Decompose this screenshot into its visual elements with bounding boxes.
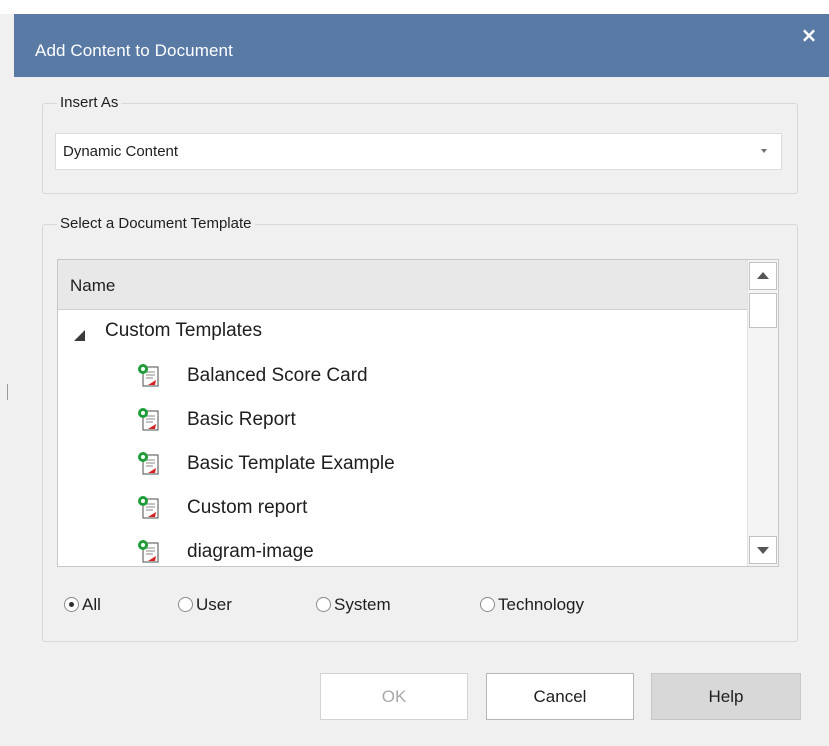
expanded-triangle-icon[interactable]: [74, 330, 85, 341]
radio-label: User: [196, 595, 232, 614]
radio-label: System: [334, 595, 391, 614]
radio-circle[interactable]: [480, 597, 495, 612]
radio-label: Technology: [498, 595, 585, 614]
cancel-button[interactable]: Cancel: [486, 673, 634, 720]
template-item-label: diagram-image: [187, 541, 314, 562]
edge-divider: [7, 384, 8, 400]
add-content-dialog: Add Content to Document × Insert As Dyna…: [0, 0, 829, 746]
column-header-name: Name: [70, 276, 116, 295]
document-template-icon: [138, 364, 159, 387]
background-strip: [0, 0, 829, 14]
list-header[interactable]: Name: [58, 260, 748, 310]
template-item-label: Basic Report: [187, 409, 296, 430]
tree-folder-row[interactable]: Custom Templates: [58, 310, 748, 354]
title-bar: Add Content to Document ×: [14, 14, 829, 77]
tree-item-row[interactable]: Basic Template Example: [58, 443, 748, 487]
radio-circle[interactable]: [316, 597, 331, 612]
radio-circle-checked[interactable]: [64, 597, 79, 612]
left-edge: [0, 14, 14, 746]
document-template-icon: [138, 540, 159, 563]
scroll-down-button[interactable]: [749, 536, 777, 564]
template-tree-list[interactable]: Name Custom Templates Balanced Score Car…: [57, 259, 779, 567]
insert-as-legend: Insert As: [57, 94, 122, 111]
tree-item-row[interactable]: Basic Report: [58, 399, 748, 443]
ok-button[interactable]: OK: [320, 673, 468, 720]
tree-item-row[interactable]: Custom report: [58, 487, 748, 531]
scroll-up-button[interactable]: [749, 262, 777, 290]
chevron-down-icon: [761, 149, 767, 153]
template-item-label: Custom report: [187, 497, 308, 518]
template-filter-radios: All User System Technology: [0, 592, 829, 618]
document-template-icon: [138, 496, 159, 519]
insert-as-dropdown[interactable]: Dynamic Content: [55, 133, 782, 170]
vertical-scrollbar[interactable]: [747, 260, 778, 566]
radio-circle[interactable]: [178, 597, 193, 612]
folder-label: Custom Templates: [105, 320, 262, 341]
template-item-label: Basic Template Example: [187, 453, 395, 474]
document-template-icon: [138, 408, 159, 431]
close-icon[interactable]: ×: [799, 25, 819, 45]
dialog-title: Add Content to Document: [35, 41, 233, 60]
tree-item-row[interactable]: diagram-image: [58, 531, 748, 566]
tree-item-row[interactable]: Balanced Score Card: [58, 355, 748, 399]
document-template-icon: [138, 452, 159, 475]
insert-as-value: Dynamic Content: [63, 143, 179, 160]
template-legend: Select a Document Template: [57, 215, 255, 232]
radio-label: All: [82, 595, 101, 614]
template-item-label: Balanced Score Card: [187, 365, 368, 386]
help-button[interactable]: Help: [651, 673, 801, 720]
scroll-thumb[interactable]: [749, 293, 777, 328]
